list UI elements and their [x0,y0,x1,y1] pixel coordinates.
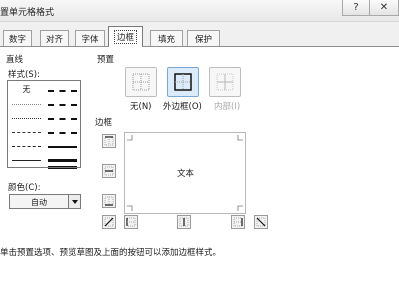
close-button[interactable]: ✕ [369,0,399,16]
border-diagonal-down-button[interactable] [254,215,268,229]
color-value: 自动 [31,198,47,207]
window-title: 置单元格格式 [0,8,55,18]
preset-inside-label: 内部(I) [214,102,241,112]
title-bar: 置单元格格式 ? ✕ [0,0,399,22]
border-right-button[interactable] [231,215,245,229]
preset-none-button[interactable] [125,67,157,97]
border-inside-horizontal-icon [104,166,114,176]
tab-label: 边框 [113,30,137,44]
close-icon: ✕ [379,2,389,13]
border-outline-icon [174,73,192,91]
line-style-thin[interactable] [12,160,41,161]
line-style-hair[interactable] [12,104,41,105]
hint-text: 单击预置选项、预览草图及上面的按钮可以添加边框样式。 [0,248,222,258]
tab-protection[interactable]: 保护 [187,30,220,46]
preset-outline-button[interactable] [167,67,199,97]
border-none-icon [132,73,150,91]
color-label: 颜色(C): [8,183,41,193]
line-style-dash-dot-dot[interactable] [12,132,41,133]
line-style-dotted[interactable] [12,118,41,119]
line-style-medium-dash-dot[interactable] [48,118,77,120]
border-section-label: 边框 [95,118,113,128]
border-diagonal-up-icon [104,217,114,227]
tab-number[interactable]: 数字 [3,30,32,46]
tab-alignment[interactable]: 对齐 [40,30,69,46]
line-style-medium-dash-dot-dot[interactable] [48,90,77,92]
border-diagonal-down-icon [256,217,266,227]
border-inside-vertical-icon [179,217,189,227]
line-style-medium-dashed[interactable] [48,132,77,134]
border-top-button[interactable] [102,134,116,148]
tab-font[interactable]: 字体 [75,30,105,46]
preset-outline-label: 外边框(O) [163,102,202,112]
preset-none-label: 无(N) [130,102,152,112]
border-inside-icon [216,73,234,91]
line-style-slanted-dash-dot[interactable] [48,104,77,106]
line-style-double[interactable] [48,166,77,169]
presets-section-label: 预置 [97,55,115,65]
line-style-dashed[interactable] [12,146,41,147]
color-dropdown[interactable]: 自动 [9,194,81,209]
border-preview[interactable]: 文本 [124,132,246,214]
line-style-list[interactable]: 无 [7,80,81,169]
help-icon: ? [353,2,359,13]
tab-fill[interactable]: 填充 [150,30,183,46]
line-style-thick[interactable] [48,159,77,162]
border-middle-vertical-button[interactable] [177,215,191,229]
tab-border[interactable]: 边框 [108,26,143,47]
tab-label: 数字 [8,34,26,45]
chevron-down-icon[interactable] [68,195,80,208]
line-section-label: 直线 [6,55,24,65]
tab-label: 字体 [81,34,99,45]
border-diagonal-up-button[interactable] [102,215,116,229]
border-right-icon [233,217,243,227]
tab-label: 填充 [157,34,175,45]
border-bottom-button[interactable] [102,194,116,208]
style-label: 样式(S): [8,70,40,80]
line-style-medium[interactable] [48,146,77,148]
border-left-button[interactable] [124,215,138,229]
tab-label: 保护 [194,34,212,45]
tab-label: 对齐 [45,34,63,45]
preview-text: 文本 [177,169,195,179]
help-button[interactable]: ? [342,0,370,16]
border-bottom-icon [104,196,114,206]
border-left-icon [126,217,136,227]
preset-inside-button[interactable] [209,67,241,97]
line-style-none[interactable]: 无 [12,85,41,95]
border-middle-horizontal-button[interactable] [102,164,116,178]
border-top-icon [104,136,114,146]
